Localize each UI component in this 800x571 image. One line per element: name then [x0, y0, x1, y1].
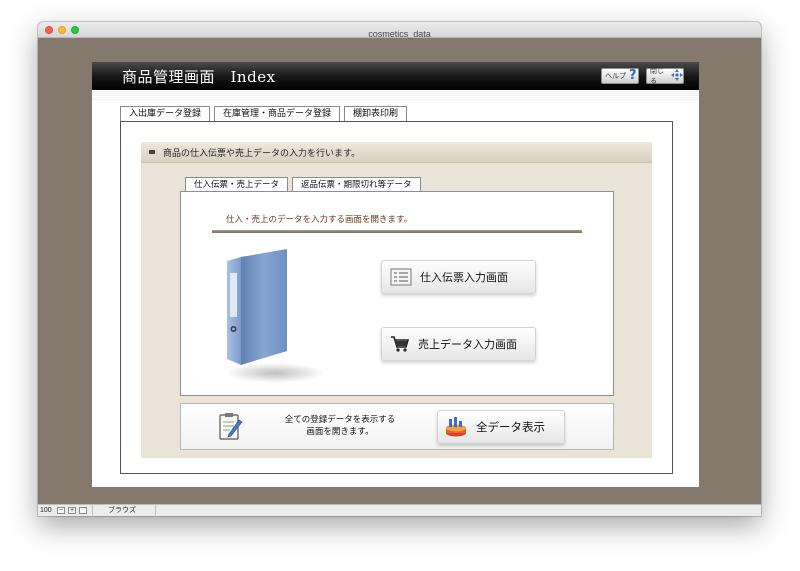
sales-data-entry-label: 売上データ入力画面 [418, 338, 517, 351]
info-bar: 商品の仕入伝票や売上データの入力を行います。 [141, 142, 652, 163]
divider [212, 230, 582, 233]
tab-stocktake-print[interactable]: 棚卸表印刷 [344, 106, 408, 122]
binder-image [213, 247, 325, 387]
help-icon: ? [629, 68, 637, 83]
all-data-description: 全ての登録データを表示する 画面を開きます。 [265, 414, 415, 438]
status-bar: 100 − + ブラウズ [38, 504, 761, 517]
zoom-in-icon[interactable]: + [68, 507, 76, 514]
shopping-cart-icon [391, 336, 410, 352]
window-zoom-button[interactable] [71, 26, 79, 34]
window-close-button[interactable] [45, 26, 53, 34]
all-data-description-line2: 画面を開きます。 [306, 427, 374, 437]
close-arrows-icon [671, 68, 683, 84]
toolbar-toggle-icon[interactable] [79, 507, 87, 514]
zoom-out-icon[interactable]: − [57, 507, 65, 514]
header-stripe [92, 90, 699, 100]
all-data-description-line1: 全ての登録データを表示する [284, 415, 396, 425]
document-list-icon [390, 268, 412, 286]
zoom-level[interactable]: 100 [40, 506, 52, 516]
sub-tab-bar: 仕入伝票・売上データ 返品伝票・期限切れ等データ [185, 177, 425, 193]
purchase-slip-entry-button[interactable]: 仕入伝票入力画面 [381, 260, 536, 294]
help-button-label: ヘルプ [605, 72, 626, 80]
purchase-slip-entry-label: 仕入伝票入力画面 [420, 271, 508, 284]
help-button[interactable]: ヘルプ ? [601, 68, 639, 84]
tab-inventory-product[interactable]: 在庫管理・商品データ登録 [214, 106, 341, 122]
layout-area: 商品管理画面 Index ヘルプ ? 閉じる 入出庫データ登録 在庫管理・商品デ… [92, 62, 699, 487]
page-title: 商品管理画面 Index [122, 68, 276, 86]
info-bullet-icon [149, 150, 155, 154]
tab-returns-expired[interactable]: 返品伝票・期限切れ等データ [292, 177, 421, 192]
close-button[interactable]: 閉じる [646, 67, 684, 85]
mode-indicator[interactable]: ブラウズ [108, 506, 136, 516]
content-area: 商品の仕入伝票や売上データの入力を行います。 仕入伝票・売上データ 返品伝票・期… [141, 142, 652, 458]
status-divider [155, 505, 156, 517]
sub-tab-panel: 仕入・売上のデータを入力する画面を開きます。 仕入伝票入力画面 売上データ入力画… [180, 191, 614, 396]
window-minimize-button[interactable] [58, 26, 66, 34]
chart-database-icon [446, 417, 466, 437]
clipboard-pencil-icon [217, 412, 243, 446]
info-text: 商品の仕入伝票や売上データの入力を行います。 [163, 148, 361, 159]
sales-data-entry-button[interactable]: 売上データ入力画面 [381, 327, 536, 361]
show-all-data-label: 全データ表示 [476, 420, 545, 434]
window-title: cosmetics_data [368, 29, 431, 39]
show-all-data-button[interactable]: 全データ表示 [437, 410, 565, 444]
header-bar: 商品管理画面 Index ヘルプ ? 閉じる [92, 62, 699, 90]
status-divider [92, 505, 93, 517]
close-button-label: 閉じる [650, 67, 664, 85]
all-data-panel: 全ての登録データを表示する 画面を開きます。 全データ表示 [180, 403, 614, 450]
window-titlebar[interactable]: cosmetics_data [38, 22, 761, 39]
sub-panel-description: 仕入・売上のデータを入力する画面を開きます。 [226, 215, 413, 225]
main-tab-panel: 商品の仕入伝票や売上データの入力を行います。 仕入伝票・売上データ 返品伝票・期… [120, 121, 673, 474]
main-tab-bar: 入出庫データ登録 在庫管理・商品データ登録 棚卸表印刷 [120, 106, 411, 123]
